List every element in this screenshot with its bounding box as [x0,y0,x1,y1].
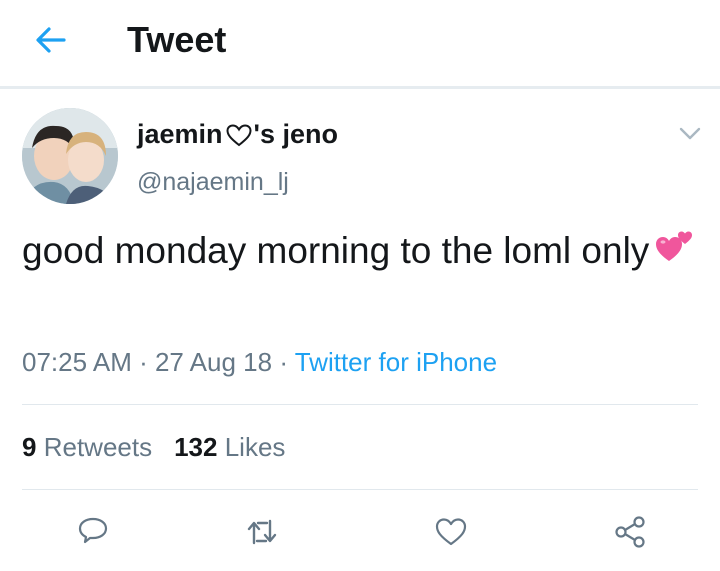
back-button[interactable] [34,25,68,55]
display-name[interactable]: jaemin 's jeno [137,119,338,150]
retweets-count: 9 [22,432,37,462]
likes-label: Likes [224,432,286,462]
tweet-text-content: good monday morning to the loml only [22,230,650,271]
page-title: Tweet [127,19,227,60]
like-button[interactable] [431,512,471,552]
more-options-button[interactable] [679,127,701,141]
tweet-metadata: 07:25 AM · 27 Aug 18 · Twitter for iPhon… [22,347,497,378]
retweets-label: Retweets [43,432,153,462]
avatar-image [22,108,118,204]
two-hearts-emoji [655,227,695,278]
display-name-part2: 's jeno [253,119,338,149]
tweet-source-link[interactable]: Twitter for iPhone [295,347,497,377]
retweet-icon [247,519,277,545]
separator: · [272,347,295,377]
like-icon [435,518,467,546]
tweet-stats: 9 Retweets 132 Likes [22,432,285,463]
display-name-part1: jaemin [137,119,223,149]
tweet-text: good monday morning to the loml only [22,226,702,278]
share-icon [615,516,645,548]
divider [22,489,698,490]
heart-outline-icon [226,124,252,147]
share-button[interactable] [610,512,650,552]
separator: · [131,347,155,377]
header-divider [0,86,720,89]
tweet-time: 07:25 AM [22,347,132,377]
likes-stat[interactable]: 132 Likes [174,432,285,462]
retweet-button[interactable] [242,512,282,552]
likes-count: 132 [174,432,218,462]
chevron-down-icon [679,127,701,140]
retweets-stat[interactable]: 9 Retweets [22,432,152,462]
reply-button[interactable] [73,512,113,552]
arrow-left-icon [36,27,66,53]
tweet-date: 27 Aug 18 [154,347,273,377]
reply-icon [78,517,108,544]
divider [22,404,698,405]
top-bar: Tweet [0,0,720,86]
user-handle[interactable]: @najaemin_lj [137,168,289,197]
avatar[interactable] [22,108,118,204]
